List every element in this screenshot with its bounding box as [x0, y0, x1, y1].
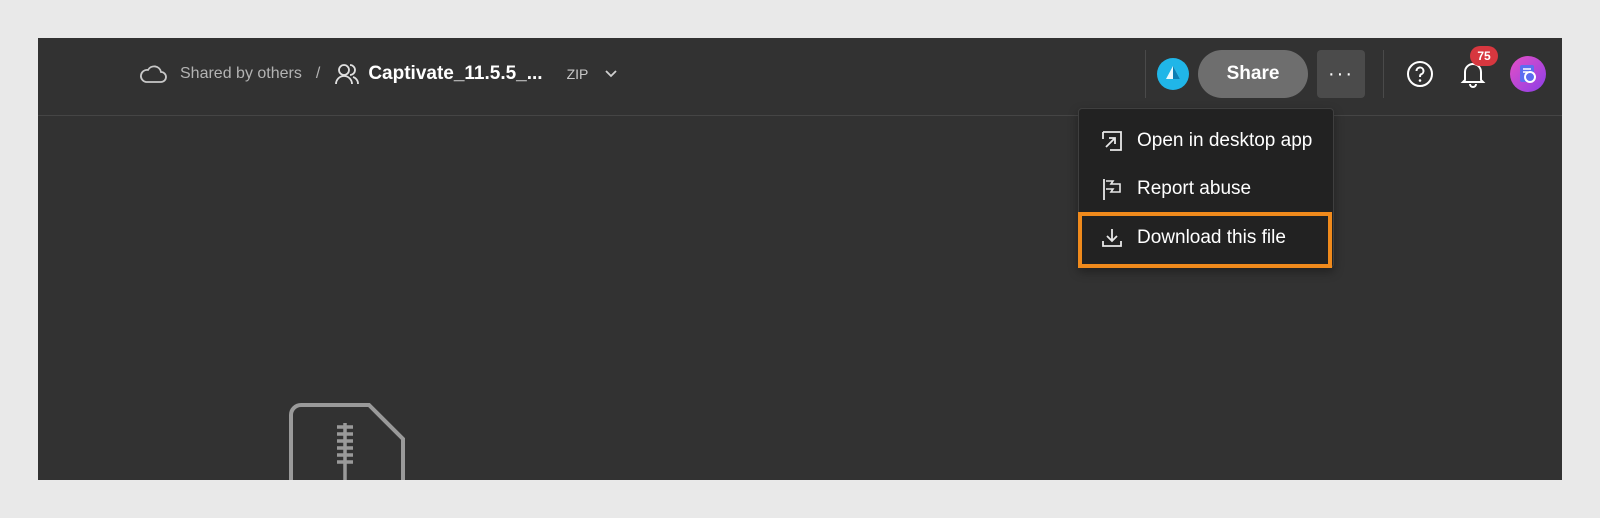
open-external-icon [1099, 128, 1125, 154]
divider [1145, 50, 1146, 98]
app-window: Shared by others / Captivate_11.5.5_... … [38, 38, 1562, 480]
menu-item-label: Open in desktop app [1137, 130, 1313, 151]
breadcrumb-location[interactable]: Shared by others [180, 65, 302, 83]
shared-users-icon [334, 62, 360, 86]
top-bar: Shared by others / Captivate_11.5.5_... … [38, 38, 1562, 116]
file-name: Captivate_11.5.5_... [368, 63, 543, 84]
file-type-label: ZIP [566, 66, 589, 82]
creative-cloud-icon[interactable] [1156, 57, 1190, 91]
menu-item-label: Report abuse [1137, 178, 1252, 199]
more-options-menu: Open in desktop app Report abuse Downloa… [1078, 108, 1334, 268]
avatar[interactable] [1510, 56, 1546, 92]
share-button[interactable]: Share [1198, 50, 1308, 98]
notifications-bell-icon[interactable]: 75 [1460, 46, 1498, 88]
breadcrumb-separator: / [315, 65, 321, 82]
download-icon [1099, 225, 1125, 251]
menu-item-download-this-file[interactable]: Download this file [1079, 216, 1333, 260]
breadcrumb: Shared by others / Captivate_11.5.5_... … [138, 38, 618, 110]
cloud-icon [138, 63, 168, 85]
zip-file-icon [281, 401, 407, 480]
header-actions: Share ··· 75 [1145, 38, 1562, 110]
notification-badge: 75 [1470, 46, 1498, 66]
menu-item-label: Download this file [1137, 227, 1286, 248]
flag-icon [1099, 176, 1125, 202]
help-icon[interactable] [1406, 60, 1434, 88]
chevron-down-icon[interactable] [604, 69, 618, 79]
menu-item-report-abuse[interactable]: Report abuse [1079, 167, 1333, 211]
divider [1383, 50, 1384, 98]
menu-item-open-in-desktop-app[interactable]: Open in desktop app [1079, 119, 1333, 163]
more-options-button[interactable]: ··· [1317, 50, 1365, 98]
